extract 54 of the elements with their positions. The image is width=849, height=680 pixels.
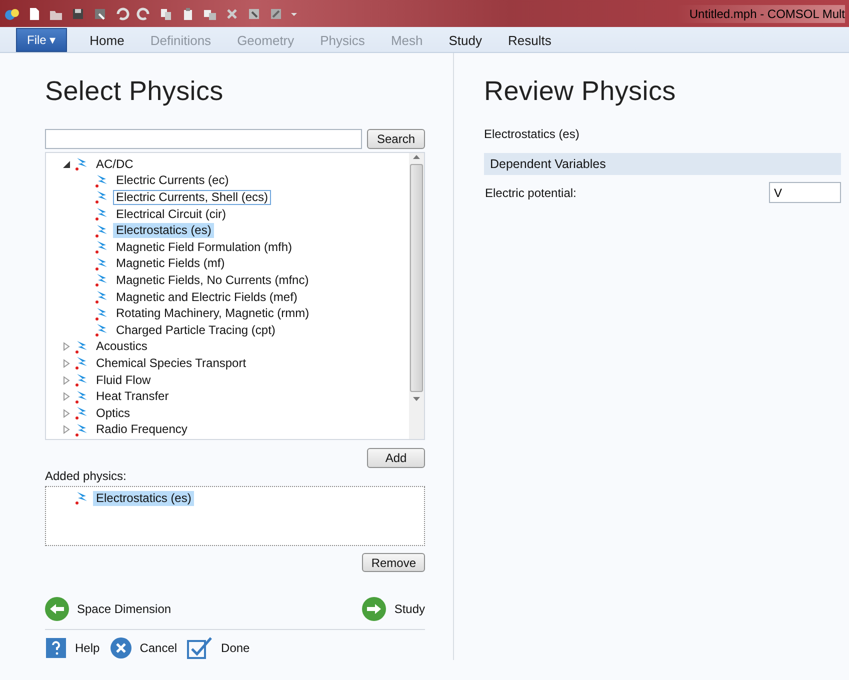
collapsed-arrow-icon[interactable]	[62, 376, 71, 385]
variable-field[interactable]: V	[769, 182, 841, 203]
file-menu-button[interactable]: File ▾	[16, 28, 67, 52]
collapsed-arrow-icon[interactable]	[62, 408, 71, 418]
help-button[interactable]: Help	[75, 641, 100, 655]
search-field[interactable]	[45, 129, 362, 149]
remove-button[interactable]: Remove	[362, 552, 425, 572]
tree-item[interactable]: Acoustics	[93, 339, 150, 354]
redo-icon[interactable]	[136, 6, 152, 22]
tree-item[interactable]: Chemical Species Transport	[93, 356, 250, 371]
back-link[interactable]: Space Dimension	[77, 602, 172, 616]
ribbon-tab[interactable]: Results	[494, 29, 564, 52]
panel-title: Review Physics	[484, 75, 677, 107]
tree-item[interactable]: Heat Transfer	[93, 389, 172, 404]
tree-item[interactable]: Fluid Flow	[93, 372, 154, 388]
tree-item[interactable]: Charged Particle Tracing (cpt)	[113, 322, 278, 338]
ribbon-tab[interactable]: Study	[436, 29, 495, 52]
tree-item[interactable]: Electrical Circuit (cir)	[113, 206, 230, 222]
collapsed-arrow-icon[interactable]	[62, 425, 71, 434]
tree-item[interactable]: Electric Currents, Shell (ecs)	[113, 190, 272, 205]
list-item[interactable]: Electrostatics (es)	[93, 490, 194, 506]
scrollbar[interactable]	[409, 153, 424, 440]
panel-title: Select Physics	[45, 75, 224, 107]
undo-icon[interactable]	[114, 6, 130, 22]
collapsed-arrow-icon[interactable]	[62, 342, 71, 352]
scroll-up-icon[interactable]	[413, 153, 420, 161]
tree-item[interactable]: Rotating Machinery, Magnetic (rmm)	[113, 306, 312, 322]
field-label: Electric potential:	[485, 186, 576, 200]
search-button[interactable]: Search	[367, 129, 425, 149]
ribbon-tab[interactable]: Home	[76, 29, 138, 52]
tree-item[interactable]: Magnetic and Electric Fields (mef)	[113, 290, 300, 305]
tree-item[interactable]: Electrostatics (es)	[113, 223, 214, 238]
interface-name: Electrostatics (es)	[484, 127, 580, 141]
tree-item[interactable]: Radio Frequency	[93, 422, 190, 438]
section-header[interactable]: Dependent Variables	[484, 153, 841, 175]
next-link[interactable]: Study	[394, 602, 425, 616]
tree-item[interactable]: Electric Currents (ec)	[113, 173, 232, 188]
scroll-down-icon[interactable]	[413, 395, 420, 403]
cancel-icon[interactable]	[110, 637, 132, 659]
add-button[interactable]: Add	[367, 448, 425, 468]
added-physics-label: Added physics:	[45, 468, 128, 483]
tree-item[interactable]: Optics	[93, 406, 134, 421]
tree-item[interactable]: Magnetic Fields (mf)	[113, 256, 228, 272]
tree-item[interactable]: Magnetic Fields, No Currents (mfnc)	[113, 272, 312, 288]
collapsed-arrow-icon[interactable]	[62, 358, 71, 368]
done-button[interactable]: Done	[221, 641, 250, 655]
cancel-button[interactable]: Cancel	[140, 641, 178, 655]
collapsed-arrow-icon[interactable]	[62, 392, 71, 402]
tree-item[interactable]: Magnetic Field Formulation (mfh)	[113, 240, 296, 255]
tree-item[interactable]: AC/DC	[93, 156, 136, 172]
help-icon[interactable]	[45, 637, 67, 659]
expanded-arrow-icon[interactable]	[62, 160, 71, 169]
checkbox-tick-icon[interactable]	[187, 636, 214, 660]
scroll-thumb[interactable]	[410, 164, 423, 392]
